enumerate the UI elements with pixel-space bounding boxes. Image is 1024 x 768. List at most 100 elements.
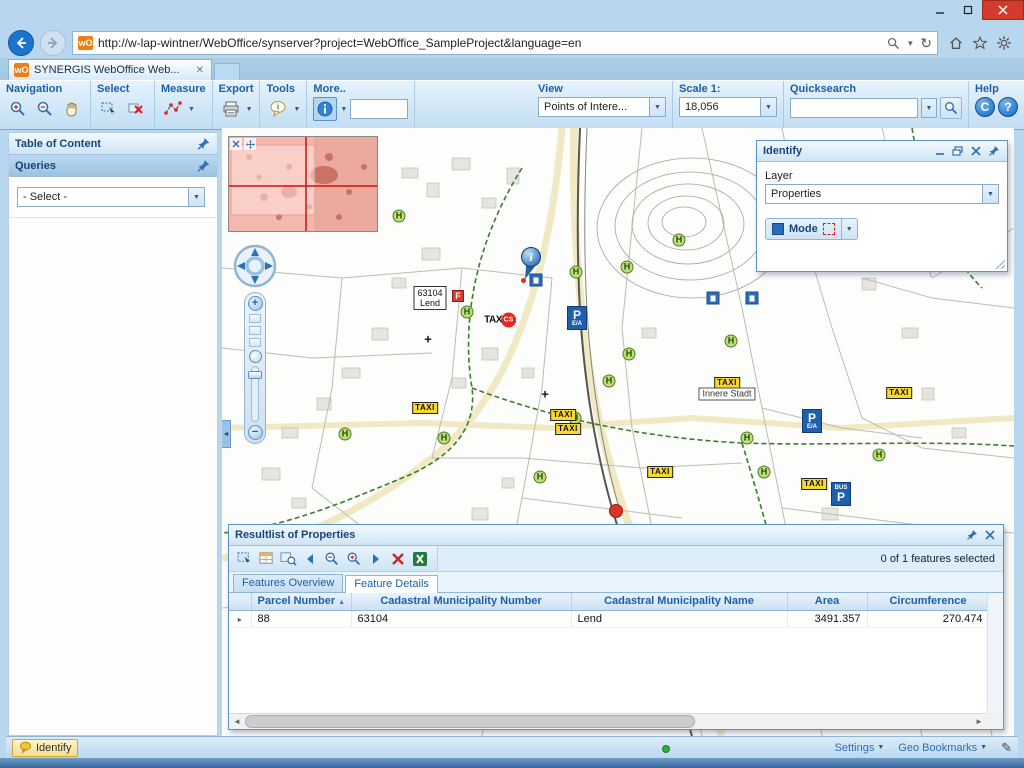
- quicksearch-input[interactable]: [790, 98, 918, 118]
- slider-zoom-out-button[interactable]: −: [248, 425, 263, 440]
- edit-pencil-icon[interactable]: ✎: [1001, 740, 1012, 756]
- zoom-out-button[interactable]: [33, 97, 57, 121]
- pin-icon[interactable]: [196, 137, 211, 151]
- quicksearch-button[interactable]: [940, 97, 962, 119]
- tools-dropdown-icon[interactable]: ▼: [293, 106, 300, 113]
- settings-gear-icon[interactable]: [996, 35, 1012, 51]
- overview-map[interactable]: [228, 136, 378, 232]
- chevron-down-icon[interactable]: ▼: [760, 98, 776, 116]
- tab-features-overview[interactable]: Features Overview: [233, 574, 343, 592]
- home-icon[interactable]: [948, 35, 964, 51]
- slider-zoom-in-button[interactable]: +: [248, 296, 263, 311]
- zoom-slider-thumb[interactable]: [248, 371, 262, 379]
- overview-pan-button[interactable]: [244, 138, 256, 150]
- pin-icon[interactable]: [986, 144, 1001, 158]
- sidebar-item-table-of-content[interactable]: Table of Content: [9, 133, 217, 155]
- url-input[interactable]: [98, 36, 882, 50]
- column-area[interactable]: Area: [787, 593, 867, 610]
- zoom-in-record-button[interactable]: [343, 548, 365, 570]
- refresh-icon[interactable]: ↻: [920, 35, 932, 52]
- column-cadastral-number[interactable]: Cadastral Municipality Number: [351, 593, 571, 610]
- zoom-level-button[interactable]: [249, 350, 262, 363]
- measure-dropdown-icon[interactable]: ▼: [188, 106, 195, 113]
- browser-back-button[interactable]: [8, 30, 34, 56]
- vertical-scrollbar[interactable]: [987, 593, 1003, 713]
- identify-tool-button[interactable]: i: [266, 97, 290, 121]
- select-features-button[interactable]: [97, 97, 121, 121]
- help-button[interactable]: ?: [998, 97, 1018, 117]
- previous-record-button[interactable]: [299, 548, 321, 570]
- favorites-star-icon[interactable]: [972, 35, 988, 51]
- chevron-down-icon[interactable]: ▼: [982, 185, 998, 203]
- zoom-step-button[interactable]: [249, 326, 261, 335]
- tab-feature-details[interactable]: Feature Details: [345, 575, 438, 593]
- measure-button[interactable]: [161, 97, 185, 121]
- window-minimize-button[interactable]: [926, 0, 954, 20]
- active-tool-indicator[interactable]: Identify: [12, 739, 78, 757]
- mode-button[interactable]: Mode: [765, 218, 842, 240]
- sidebar-item-queries[interactable]: Queries: [9, 155, 217, 177]
- column-circumference[interactable]: Circumference: [867, 593, 989, 610]
- resultlist-titlebar[interactable]: Resultlist of Properties: [229, 525, 1003, 546]
- scroll-left-icon[interactable]: ◄: [229, 714, 245, 730]
- tab-close-icon[interactable]: ✕: [194, 65, 206, 76]
- address-bar[interactable]: wO ▼ ↻: [72, 31, 938, 55]
- contact-button[interactable]: C: [975, 97, 995, 117]
- chevron-down-icon[interactable]: ▼: [921, 98, 937, 118]
- horizontal-scrollbar[interactable]: ◄ ►: [229, 713, 987, 729]
- window-close-button[interactable]: [982, 0, 1024, 20]
- new-tab-button[interactable]: [214, 63, 240, 80]
- export-excel-button[interactable]: [409, 548, 431, 570]
- search-icon[interactable]: [887, 37, 900, 50]
- table-row[interactable]: ▸ 88 63104 Lend 3491.357 270.474: [229, 610, 989, 627]
- window-maximize-button[interactable]: [954, 0, 982, 20]
- map-canvas[interactable]: HHHHHHHHHHHHHHHTAXITAXITAXITAXITAXITAXIT…: [222, 128, 1014, 736]
- export-dropdown-icon[interactable]: ▼: [246, 106, 253, 113]
- zoom-to-selection-button[interactable]: [277, 548, 299, 570]
- column-cadastral-name[interactable]: Cadastral Municipality Name: [571, 593, 787, 610]
- identify-panel-titlebar[interactable]: Identify: [757, 141, 1007, 162]
- zoom-out-record-button[interactable]: [321, 548, 343, 570]
- geo-bookmarks-menu[interactable]: Geo Bookmarks▼: [898, 742, 987, 754]
- remove-results-button[interactable]: [387, 548, 409, 570]
- pin-icon[interactable]: [964, 528, 979, 542]
- pan-button[interactable]: [60, 97, 84, 121]
- zoom-slider[interactable]: + −: [244, 292, 266, 444]
- select-features-button[interactable]: [233, 548, 255, 570]
- more-dropdown-icon[interactable]: ▼: [340, 106, 347, 113]
- scale-select[interactable]: 18,056 ▼: [679, 97, 777, 117]
- query-select[interactable]: - Select - ▼: [17, 187, 205, 207]
- pin-icon[interactable]: [196, 159, 211, 173]
- print-button[interactable]: [219, 97, 243, 121]
- sidebar-collapse-handle[interactable]: ◄: [222, 420, 231, 448]
- panel-close-button[interactable]: [982, 528, 997, 542]
- scroll-right-icon[interactable]: ►: [971, 714, 987, 730]
- row-expander-icon[interactable]: ▸: [238, 615, 242, 624]
- panel-minimize-button[interactable]: [932, 144, 947, 158]
- next-record-button[interactable]: [365, 548, 387, 570]
- view-select[interactable]: Points of Intere... ▼: [538, 97, 666, 117]
- browser-forward-button[interactable]: [40, 30, 66, 56]
- chevron-down-icon[interactable]: ▼: [188, 188, 204, 206]
- panel-float-button[interactable]: [950, 144, 965, 158]
- clear-selection-button[interactable]: [124, 97, 148, 121]
- scrollbar-thumb[interactable]: [245, 715, 695, 728]
- layer-select[interactable]: Properties ▼: [765, 184, 999, 204]
- zoom-step-button[interactable]: [249, 338, 261, 347]
- chevron-down-icon[interactable]: ▼: [649, 98, 665, 116]
- address-dropdown-icon[interactable]: ▼: [906, 39, 914, 48]
- browser-tab[interactable]: wO SYNERGIS WebOffice Web... ✕: [8, 59, 212, 80]
- zoom-slider-track[interactable]: [251, 366, 259, 422]
- settings-menu[interactable]: Settings▼: [835, 742, 885, 754]
- info-tool-button[interactable]: [313, 97, 337, 121]
- column-parcel-number[interactable]: Parcel Number▲: [251, 593, 351, 610]
- more-combobox[interactable]: [350, 99, 408, 119]
- zoom-in-button[interactable]: [6, 97, 30, 121]
- panel-close-button[interactable]: [968, 144, 983, 158]
- mode-dropdown-icon[interactable]: ▼: [842, 218, 858, 240]
- compass-pan-control[interactable]: [233, 244, 277, 288]
- overview-close-button[interactable]: [230, 138, 242, 150]
- zoom-step-button[interactable]: [249, 314, 261, 323]
- panel-resize-grip[interactable]: [995, 259, 1005, 269]
- show-table-button[interactable]: [255, 548, 277, 570]
